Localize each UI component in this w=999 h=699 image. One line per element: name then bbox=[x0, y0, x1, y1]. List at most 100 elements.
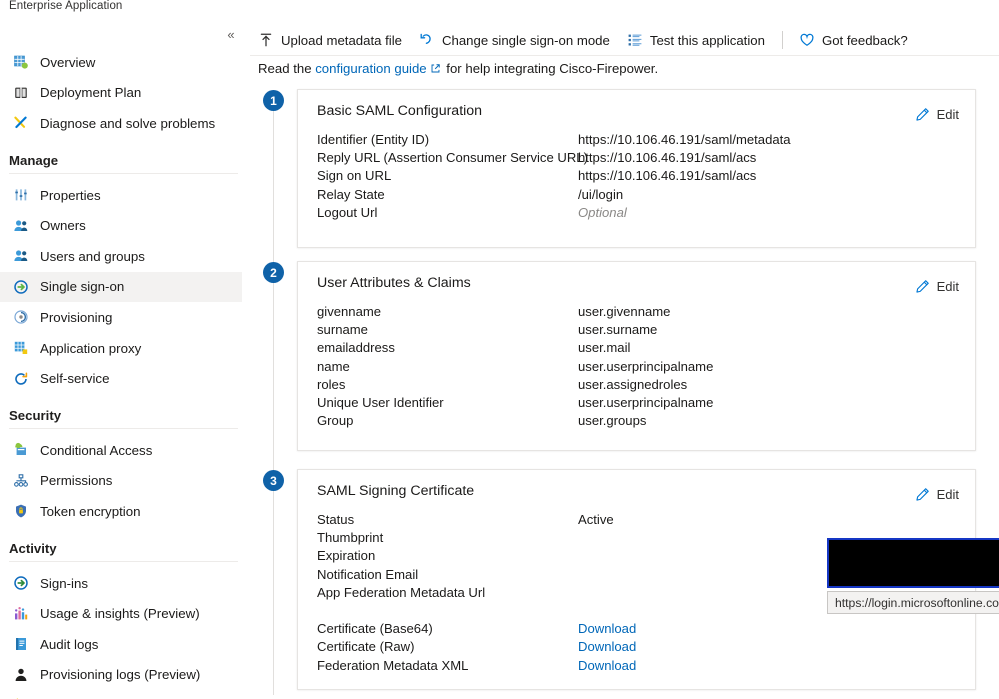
configuration-guide-link[interactable]: configuration guide bbox=[315, 61, 426, 76]
steps-rail bbox=[273, 100, 274, 695]
command-label: Change single sign-on mode bbox=[441, 32, 610, 48]
sidebar-group-title: Manage bbox=[9, 152, 59, 168]
command-test-this-application[interactable]: Test this application bbox=[627, 32, 765, 48]
detail-row: emailaddress user.mail bbox=[317, 340, 957, 358]
sidebar-item-label: Users and groups bbox=[40, 248, 145, 264]
sidebar-item-label: Audit logs bbox=[40, 636, 99, 652]
detail-row: roles user.assignedroles bbox=[317, 377, 957, 395]
pencil-icon bbox=[915, 279, 930, 294]
app-proxy-icon bbox=[12, 340, 29, 357]
detail-row: Status Active bbox=[317, 512, 957, 530]
command-change-single-sign-on-mode[interactable]: Change single sign-on mode bbox=[419, 32, 610, 48]
sidebar-item-self-service[interactable]: Self-service bbox=[0, 363, 250, 394]
sidebar-item-single-sign-on[interactable]: Single sign-on bbox=[0, 271, 242, 303]
sidebar-group-divider bbox=[9, 172, 238, 174]
detail-key: Logout Url bbox=[317, 204, 378, 220]
card-rows: Identifier (Entity ID) https://10.106.46.… bbox=[317, 132, 957, 223]
sidebar-item-label: Overview bbox=[40, 54, 96, 70]
edit-button[interactable]: Edit bbox=[915, 487, 959, 502]
step-badge-3: 3 bbox=[263, 470, 284, 491]
overview-grid-icon bbox=[12, 54, 29, 71]
command-upload-metadata-file[interactable]: Upload metadata file bbox=[258, 32, 402, 48]
detail-value: user.assignedroles bbox=[578, 376, 688, 392]
detail-key: Status bbox=[317, 512, 355, 527]
sidebar-item-users-and-groups[interactable]: Users and groups bbox=[0, 241, 250, 272]
detail-key: name bbox=[317, 358, 350, 374]
sidebar-item-label: Permissions bbox=[40, 473, 113, 489]
detail-value: https://10.106.46.191/saml/metadata bbox=[578, 132, 791, 147]
detail-row: surname user.surname bbox=[317, 322, 957, 340]
sidebar-item-access-reviews[interactable]: Access reviews bbox=[0, 690, 250, 699]
detail-row: Reply URL (Assertion Consumer Service UR… bbox=[317, 150, 957, 168]
sidebar-item-usage-insights-preview[interactable]: Usage & insights (Preview) bbox=[0, 598, 250, 629]
undo-icon bbox=[419, 32, 435, 48]
sidebar-item-label: Properties bbox=[40, 187, 101, 203]
edit-button-label: Edit bbox=[936, 107, 959, 122]
wrench-screwdriver-icon bbox=[12, 115, 29, 132]
detail-value: https://10.106.46.191/saml/acs bbox=[578, 150, 757, 166]
detail-value: /ui/login bbox=[578, 186, 624, 202]
sidebar-item-application-proxy[interactable]: Application proxy bbox=[0, 333, 250, 364]
detail-value: user.userprincipalname bbox=[578, 394, 714, 410]
sidebar-item-properties[interactable]: Properties bbox=[0, 180, 250, 211]
sidebar-item-provisioning[interactable]: Provisioning bbox=[0, 302, 250, 333]
sidebar-item-deployment-plan[interactable]: Deployment Plan bbox=[0, 78, 250, 109]
sidebar-item-sign-ins[interactable]: Sign-ins bbox=[0, 568, 250, 599]
step-number: 1 bbox=[270, 93, 277, 108]
redacted-certificate-details bbox=[827, 538, 999, 588]
detail-key: emailaddress bbox=[317, 340, 395, 356]
self-service-icon bbox=[12, 370, 29, 387]
edit-button[interactable]: Edit bbox=[915, 279, 959, 294]
card-rows: givenname user.givenname surname user.surna… bbox=[317, 304, 957, 431]
sidebar-item-provisioning-logs-preview[interactable]: Provisioning logs (Preview) bbox=[0, 660, 250, 691]
edit-button-label: Edit bbox=[936, 487, 959, 502]
edit-button[interactable]: Edit bbox=[915, 107, 959, 122]
external-link-icon bbox=[430, 63, 441, 74]
detail-key: Certificate (Raw) bbox=[317, 639, 415, 655]
app-federation-metadata-url-field[interactable]: https://login.microsoftonline.com/0f03f7… bbox=[827, 591, 999, 614]
conditional-access-icon bbox=[12, 442, 29, 459]
detail-row: name user.userprincipalname bbox=[317, 359, 957, 377]
sidebar-item-diagnose-and-solve-problems[interactable]: Diagnose and solve problems bbox=[0, 108, 250, 139]
shield-icon bbox=[12, 503, 29, 520]
main-content: Upload metadata file Change single sign-o… bbox=[250, 0, 999, 699]
sidebar-group-divider bbox=[9, 560, 238, 562]
detail-key: Certificate (Base64) bbox=[317, 621, 433, 637]
detail-key: Federation Metadata XML bbox=[317, 657, 469, 673]
sidebar-item-label: Sign-ins bbox=[40, 575, 89, 591]
detail-value: user.mail bbox=[578, 340, 631, 356]
detail-value: https://10.106.46.191/saml/acs bbox=[578, 168, 757, 184]
command-bar-separator bbox=[781, 31, 783, 49]
detail-key: Unique User Identifier bbox=[317, 394, 444, 410]
sidebar-item-audit-logs[interactable]: Audit logs bbox=[0, 629, 250, 660]
detail-value[interactable]: Download bbox=[578, 658, 636, 673]
checklist-icon bbox=[627, 32, 643, 48]
step-number: 2 bbox=[270, 265, 277, 280]
sidebar-item-label: Token encryption bbox=[40, 503, 141, 519]
command-label: Got feedback? bbox=[821, 32, 908, 48]
sliders-icon bbox=[12, 187, 29, 204]
collapse-sidebar-button[interactable]: « bbox=[222, 26, 240, 44]
audit-book-icon bbox=[12, 636, 29, 653]
detail-key: Identifier (Entity ID) bbox=[317, 132, 430, 147]
sidebar-item-conditional-access[interactable]: Conditional Access bbox=[0, 435, 250, 466]
detail-key: Reply URL (Assertion Consumer Service UR… bbox=[317, 150, 588, 166]
detail-value: user.givenname bbox=[578, 304, 671, 319]
sidebar-item-overview[interactable]: Overview bbox=[0, 47, 250, 78]
breadcrumb: Enterprise Application bbox=[9, 0, 123, 12]
sidebar-item-owners[interactable]: Owners bbox=[0, 210, 250, 241]
detail-key: surname bbox=[317, 322, 368, 338]
heart-icon bbox=[799, 32, 815, 48]
card-user-attributes-claims: User Attributes & Claims Edit givenname use… bbox=[297, 261, 976, 451]
detail-row: Federation Metadata XML Download bbox=[317, 658, 957, 676]
sidebar-item-token-encryption[interactable]: Token encryption bbox=[0, 496, 250, 527]
sidebar-item-permissions[interactable]: Permissions bbox=[0, 466, 250, 497]
sidebar-group-title: Security bbox=[9, 407, 62, 423]
saml-sso-page: Enterprise Application « Overview Deploym… bbox=[0, 0, 999, 699]
command-got-feedback[interactable]: Got feedback? bbox=[799, 32, 908, 48]
card-title: User Attributes & Claims bbox=[317, 275, 471, 291]
detail-value[interactable]: Download bbox=[578, 639, 636, 654]
detail-value[interactable]: Download bbox=[578, 621, 636, 636]
sidebar-item-label: Application proxy bbox=[40, 340, 142, 356]
detail-row: Unique User Identifier user.userprincipal… bbox=[317, 395, 957, 413]
